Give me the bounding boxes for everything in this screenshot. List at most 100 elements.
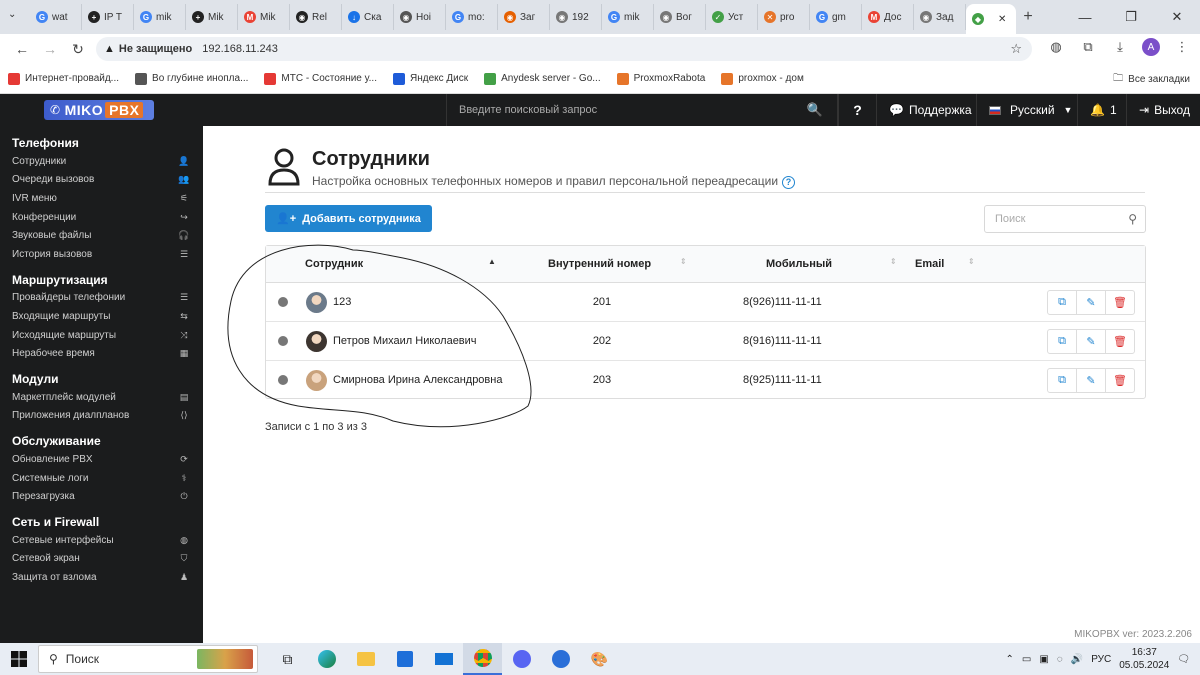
maximize-icon[interactable]: ❐ <box>1108 0 1154 34</box>
sidebar-item[interactable]: IVR меню ⚟ <box>0 189 203 208</box>
sidebar-item[interactable]: Очереди вызовов 👥 <box>0 171 203 190</box>
store-icon[interactable] <box>385 643 424 675</box>
sidebar-item[interactable]: Сотрудники 👤 <box>0 152 203 171</box>
edit-icon[interactable]: ✎ <box>1076 329 1106 354</box>
sidebar-item[interactable]: Нерабочее время ▦ <box>0 344 203 363</box>
notification-center-icon[interactable]: 🗨 <box>1177 654 1190 665</box>
mikopbx-logo[interactable]: ✆ MIKO PBX <box>44 100 154 120</box>
employee-name[interactable]: 123 <box>333 296 351 308</box>
bookmark-item[interactable]: Яндекс Диск <box>392 72 468 85</box>
tray-language[interactable]: РУС <box>1091 654 1111 665</box>
delete-icon[interactable]: 🗑 <box>1105 290 1135 315</box>
browser-tab[interactable]: ◉ Ноі <box>394 4 446 30</box>
browser-tab[interactable]: Gmik <box>602 4 654 30</box>
reload-icon[interactable]: ↻ <box>64 41 92 58</box>
sort-icon[interactable]: ⇕ <box>680 257 687 266</box>
forward-arrow-icon[interactable]: → <box>36 41 64 57</box>
tray-monitor-icon[interactable]: ▣ <box>1039 654 1048 665</box>
employee-name[interactable]: Смирнова Ирина Александровна <box>333 374 502 386</box>
help-button[interactable]: ? <box>838 94 876 126</box>
browser-tab[interactable]: ◉ Заг <box>498 4 550 30</box>
sort-asc-icon[interactable]: ▲ <box>488 257 496 266</box>
add-employee-button[interactable]: 👤+ Добавить сотрудника <box>265 205 432 232</box>
employee-name[interactable]: Петров Михаил Николаевич <box>333 335 477 347</box>
sidebar-item[interactable]: Входящие маршруты ⇆ <box>0 307 203 326</box>
tab-search-chevron-icon[interactable]: ⌄ <box>8 9 16 20</box>
network-app-icon[interactable] <box>541 643 580 675</box>
table-row[interactable]: Смирнова Ирина Александровна 203 8(925)111… <box>266 361 1145 400</box>
tray-clock[interactable]: 16:37 05.05.2024 <box>1119 646 1169 672</box>
tray-volume-icon[interactable]: 🔊 <box>1071 654 1083 665</box>
column-mobile[interactable]: Мобильный <box>766 258 832 270</box>
browser-tab[interactable]: + Mik <box>186 4 238 30</box>
logout-button[interactable]: ⇥ Выход <box>1126 94 1200 126</box>
bookmark-item[interactable]: proxmox - дом <box>721 72 804 85</box>
bookmark-item[interactable]: Anydesk server - Go... <box>484 72 601 85</box>
browser-menu-icon[interactable]: ⋮ <box>1172 39 1192 55</box>
bookmark-star-icon[interactable]: ☆ <box>1010 41 1022 57</box>
copy-icon[interactable]: ⧉ <box>1047 368 1077 393</box>
global-search-input[interactable]: Введите поисковый запрос 🔍 <box>446 94 838 126</box>
mail-icon[interactable] <box>424 643 463 675</box>
sidebar-item[interactable]: Перезагрузка ⏻ <box>0 487 203 506</box>
downloads-icon[interactable]: ⤓ <box>1110 39 1130 55</box>
copy-icon[interactable]: ⧉ <box>1047 290 1077 315</box>
sidebar-item[interactable]: Провайдеры телефонии ☰ <box>0 289 203 308</box>
bookmark-item[interactable]: Интернет-провайд... <box>8 72 119 85</box>
windows-start-button[interactable] <box>0 643 38 675</box>
copy-icon[interactable]: ⧉ <box>1047 329 1077 354</box>
sidebar-item[interactable]: Звуковые файлы 🎧 <box>0 226 203 245</box>
sidebar-item[interactable]: Обновление PBX ⟳ <box>0 450 203 469</box>
back-arrow-icon[interactable]: ← <box>8 41 36 57</box>
security-label[interactable]: Не защищено <box>119 43 192 55</box>
paint-icon[interactable]: 🎨 <box>580 643 619 675</box>
browser-tab[interactable]: ◉ Вог <box>654 4 706 30</box>
tray-device-icon[interactable]: ▭ <box>1022 654 1031 665</box>
sidebar-item[interactable]: Системные логи ⚕ <box>0 469 203 488</box>
notifications-button[interactable]: 🔔 1 <box>1077 94 1126 126</box>
sidebar-item[interactable]: Сетевые интерфейсы ◍ <box>0 531 203 550</box>
bookmark-item[interactable]: Во глубине инопла... <box>135 72 248 85</box>
language-dropdown[interactable]: Русский ▼ <box>976 94 1084 126</box>
tray-chevron-icon[interactable]: ⌃ <box>1006 654 1014 665</box>
browser-tab[interactable]: ✕ pro <box>758 4 810 30</box>
browser-tab[interactable]: M Mik <box>238 4 290 30</box>
column-email[interactable]: Email <box>915 258 944 270</box>
browser-tab[interactable]: ◉ Зад <box>914 4 966 30</box>
bookmark-item[interactable]: МТС - Состояние у... <box>264 72 377 85</box>
sort-icon[interactable]: ⇕ <box>968 257 975 266</box>
table-row[interactable]: 123 201 8(926)111-11-11 ⧉ ✎ 🗑 <box>266 283 1145 322</box>
task-view-icon[interactable]: ⧉ <box>268 643 307 675</box>
file-explorer-icon[interactable] <box>346 643 385 675</box>
browser-tab[interactable]: Gmo: <box>446 4 498 30</box>
browser-tab[interactable]: M Дос <box>862 4 914 30</box>
bookmark-item[interactable]: ProxmoxRabota <box>616 72 705 85</box>
translate-globe-icon[interactable]: ◍ <box>1046 39 1066 55</box>
extensions-puzzle-icon[interactable]: ⧉ <box>1078 39 1098 55</box>
chrome-icon[interactable] <box>463 643 502 675</box>
browser-tab[interactable]: ✓ Уст <box>706 4 758 30</box>
sidebar-item[interactable]: Конференции ↪ <box>0 208 203 227</box>
browser-tab[interactable]: Ggm <box>810 4 862 30</box>
browser-tab[interactable]: ◉ 192 <box>550 4 602 30</box>
url-text[interactable]: 192.168.11.243 <box>202 43 278 55</box>
sidebar-item[interactable]: История вызовов ☰ <box>0 245 203 264</box>
sidebar-item[interactable]: Маркетплейс модулей ▤ <box>0 388 203 407</box>
new-tab-button[interactable]: + <box>1016 8 1040 26</box>
warning-icon[interactable]: ▲ <box>104 43 115 55</box>
support-button[interactable]: 💬 Поддержка <box>876 94 984 126</box>
column-employee[interactable]: Сотрудник <box>305 258 363 270</box>
discord-icon[interactable] <box>502 643 541 675</box>
delete-icon[interactable]: 🗑 <box>1105 368 1135 393</box>
sidebar-item[interactable]: Приложения диалпланов ⟨⟩ <box>0 407 203 426</box>
edit-icon[interactable]: ✎ <box>1076 368 1106 393</box>
search-icon[interactable]: 🔍 <box>807 102 823 118</box>
browser-tab[interactable]: + IP T <box>82 4 134 30</box>
sidebar-item[interactable]: Сетевой экран ⛉ <box>0 550 203 569</box>
taskbar-search-input[interactable]: ⚲ Поиск <box>38 645 258 673</box>
browser-tab[interactable]: ◉ Rel <box>290 4 342 30</box>
close-tab-icon[interactable]: ✕ <box>998 14 1006 25</box>
minimize-icon[interactable]: — <box>1062 0 1108 34</box>
browser-tab[interactable]: ↓ Ска <box>342 4 394 30</box>
edit-icon[interactable]: ✎ <box>1076 290 1106 315</box>
